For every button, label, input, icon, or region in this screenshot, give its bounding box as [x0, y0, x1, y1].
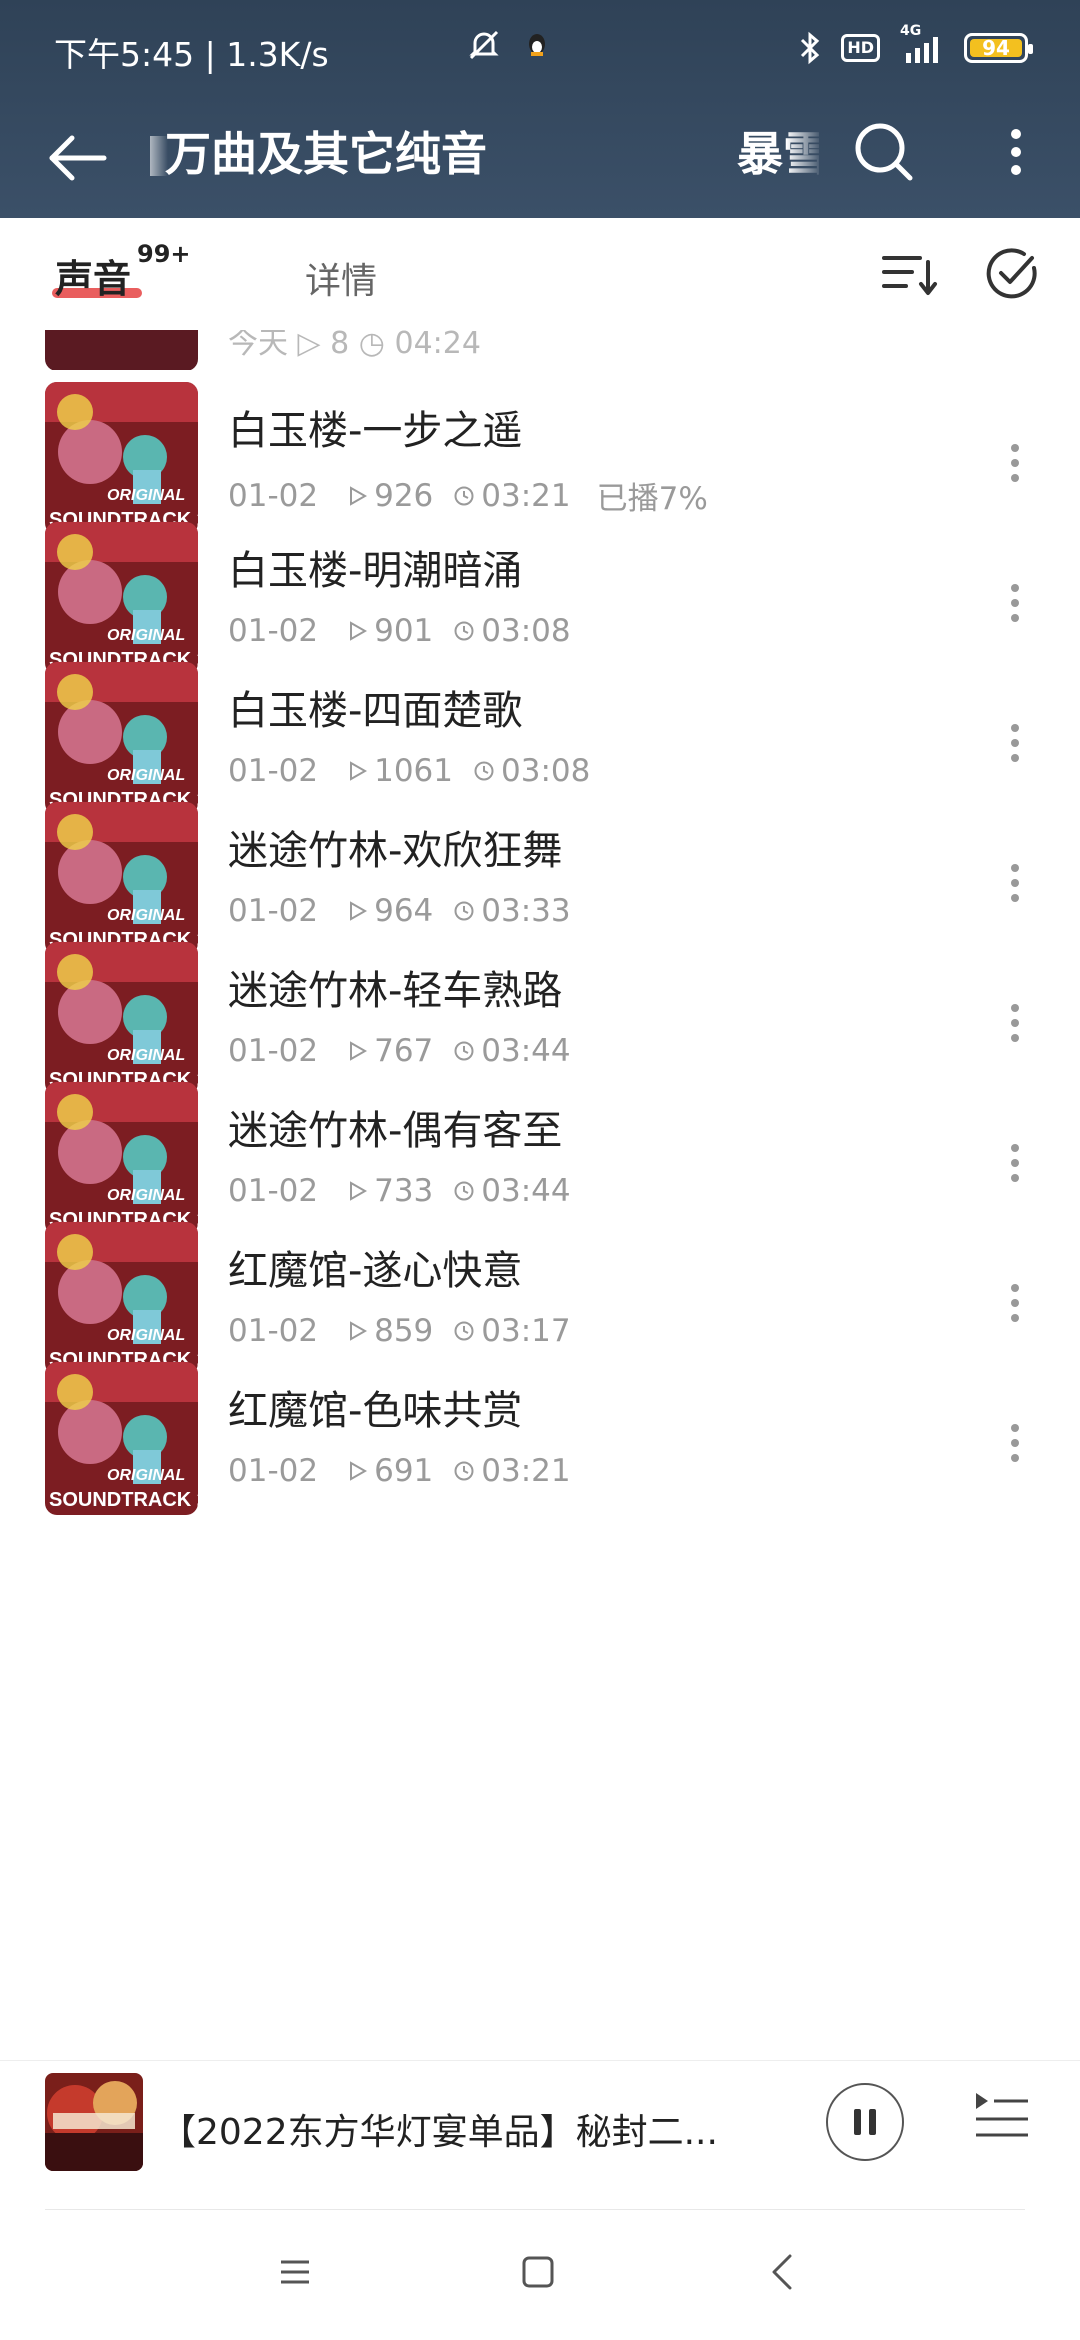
track-duration: 03:21: [481, 1453, 571, 1489]
marquee-label: 暴雪: [737, 127, 819, 181]
mini-player[interactable]: 【2022东方华灯宴单品】秘封二...: [0, 2060, 1080, 2211]
nav-home-button[interactable]: [518, 2252, 558, 2292]
menu-icon: [281, 2260, 309, 2284]
nav-menu-button[interactable]: [275, 2252, 315, 2292]
page-title: 万曲及其它纯音: [165, 127, 487, 181]
track-cover: ORIGINAL SOUNDTRACK 2: [45, 1362, 198, 1515]
list-item[interactable]: ORIGINAL SOUNDTRACK 2 红魔馆-色味共赏 01-02 691 03:2…: [0, 1290, 1080, 1515]
nav-back-button[interactable]: [762, 2250, 802, 2294]
track-date: 01-02: [228, 1453, 319, 1489]
track-title: 白玉楼-四面楚歌: [228, 688, 523, 734]
tab-sound-label: 声音: [55, 257, 132, 301]
bluetooth-icon: [797, 31, 823, 65]
pause-icon: [854, 2109, 861, 2135]
tab-sound-count-badge: 99+: [137, 240, 191, 268]
now-playing-cover[interactable]: [45, 2073, 143, 2171]
tab-sound[interactable]: 声音 99+: [55, 240, 191, 303]
more-vertical-icon: [1011, 129, 1021, 175]
cover-text-soundtrack: SOUNDTRACK 2: [49, 1489, 198, 1511]
track-meta: 01-02 691 03:21: [228, 1453, 571, 1489]
mute-icon: [467, 28, 501, 62]
network-type: 4G: [900, 23, 922, 39]
tab-bar: 声音 99+ 详情: [0, 218, 1080, 330]
title-bar: 万曲及其它纯音 暴雪: [0, 96, 1080, 218]
more-options-button[interactable]: [992, 116, 1040, 188]
clock-icon: [454, 1461, 474, 1481]
status-icons: HD 4G 94: [469, 23, 1033, 70]
battery-icon: 94: [964, 33, 1033, 63]
track-title: 迷途竹林-偶有客至: [228, 1108, 563, 1154]
penguin-icon: [527, 32, 547, 58]
hd-icon: HD: [841, 34, 880, 62]
track-title: 白玉楼-明潮暗涌: [228, 548, 523, 594]
back-button[interactable]: [42, 122, 114, 194]
sort-icon: [882, 256, 937, 295]
sort-button[interactable]: [880, 248, 938, 300]
play-count-icon: [350, 1461, 368, 1481]
multi-select-button[interactable]: [984, 246, 1040, 302]
track-title: 白玉楼-一步之遥: [228, 408, 523, 454]
chevron-left-icon: [772, 2254, 792, 2290]
track-play-count: 691: [374, 1453, 434, 1489]
system-nav-bar: [0, 2210, 1080, 2340]
status-time: 下午5:45 | 1.3K/s: [54, 35, 329, 74]
cover-text-original: ORIGINAL: [107, 1467, 185, 1484]
more-vertical-icon: [1011, 1424, 1019, 1462]
pause-button[interactable]: [826, 2083, 904, 2161]
app-header: 下午5:45 | 1.3K/s HD 4G 94 万曲及其它纯音 暴雪: [0, 0, 1080, 218]
status-bar: 下午5:45 | 1.3K/s HD 4G 94: [0, 0, 1080, 96]
search-icon: [855, 123, 913, 181]
track-list: 今天 ▷ 8 ◷ 04:24 ORIGINAL SOUNDTRACK 2 白玉楼-一…: [0, 330, 1080, 2060]
playlist-icon: [976, 2093, 1028, 2137]
track-title: 迷途竹林-轻车熟路: [228, 968, 563, 1014]
check-circle-icon: [986, 248, 1037, 299]
home-square-icon: [522, 2256, 554, 2288]
track-title: 红魔馆-色味共赏: [228, 1388, 523, 1434]
now-playing-title[interactable]: 【2022东方华灯宴单品】秘封二...: [160, 2103, 740, 2155]
search-button[interactable]: [848, 116, 920, 188]
arrow-left-icon: [49, 135, 107, 181]
track-more-button[interactable]: [1000, 1408, 1030, 1478]
signal-icon: 4G: [898, 23, 946, 63]
playlist-button[interactable]: [972, 2089, 1032, 2149]
battery-level: 94: [982, 36, 1010, 60]
tab-detail[interactable]: 详情: [305, 252, 377, 304]
track-title: 红魔馆-遂心快意: [228, 1248, 523, 1294]
track-title: 迷途竹林-欢欣狂舞: [228, 828, 563, 874]
